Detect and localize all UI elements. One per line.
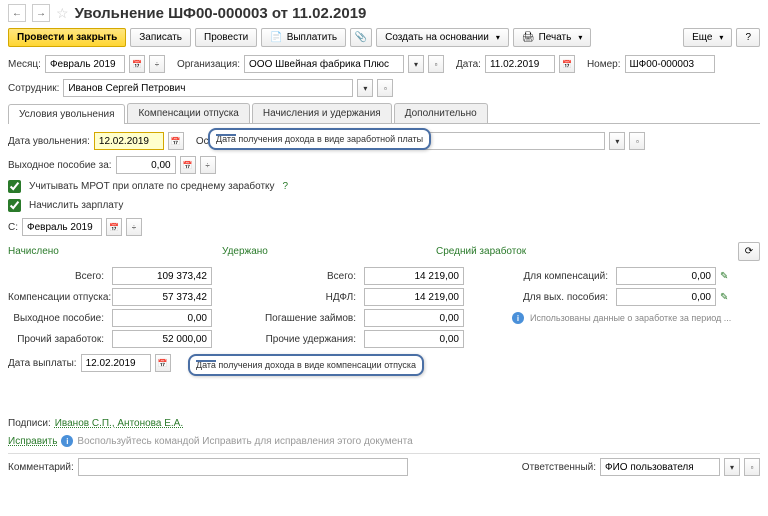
severance-input[interactable] — [116, 156, 176, 174]
resp-label: Ответственный: — [522, 462, 596, 473]
withheld-heading: Удержано — [222, 246, 432, 257]
conduct-close-button[interactable]: Провести и закрыть — [8, 28, 126, 47]
other-label: Прочий заработок: — [8, 334, 108, 345]
sev-input[interactable] — [112, 309, 212, 327]
org-input[interactable] — [244, 55, 404, 73]
sev-for-edit-icon[interactable]: ✎ — [720, 292, 750, 303]
favorite-icon[interactable]: ☆ — [56, 5, 69, 22]
severance-spin-icon[interactable]: ÷ — [200, 156, 216, 174]
signs-label: Подписи: — [8, 418, 51, 429]
other-wh-label: Прочие удержания: — [260, 334, 360, 345]
print-button[interactable]: 🖨Печать — [513, 28, 591, 47]
emp-input[interactable] — [63, 79, 353, 97]
pay-date-cal-icon[interactable]: 📅 — [155, 354, 171, 372]
help-button[interactable]: ? — [736, 28, 760, 47]
accrued-heading: Начислено — [8, 246, 218, 257]
vacation-input[interactable] — [112, 288, 212, 306]
dismiss-date-cal-icon[interactable]: 📅 — [168, 132, 184, 150]
emp-open-icon[interactable]: ▫ — [377, 79, 393, 97]
nav-fwd[interactable]: → — [32, 4, 50, 22]
basis-dropdown-icon[interactable]: ▾ — [609, 132, 625, 150]
sev-for-input[interactable] — [616, 288, 716, 306]
accrue-label: Начислить зарплату — [29, 200, 123, 211]
org-open-icon[interactable]: ▫ — [428, 55, 444, 73]
ndfl-label: НДФЛ: — [260, 292, 360, 303]
month-cal-icon[interactable]: 📅 — [129, 55, 145, 73]
window-title: Увольнение ШФ00-000003 от 11.02.2019 — [75, 5, 367, 22]
month-label: Месяц: — [8, 59, 41, 70]
nav-back[interactable]: ← — [8, 4, 26, 22]
pay-date-input[interactable] — [81, 354, 151, 372]
date-input[interactable] — [485, 55, 555, 73]
mrot-help-icon[interactable]: ? — [283, 181, 289, 192]
org-dropdown-icon[interactable]: ▾ — [408, 55, 424, 73]
org-label: Организация: — [177, 59, 240, 70]
conduct-button[interactable]: Провести — [195, 28, 257, 47]
create-based-button[interactable]: Создать на основании — [376, 28, 509, 47]
signs-link[interactable]: Иванов С.П., Антонова Е.А. — [55, 418, 183, 429]
from-cal-icon[interactable]: 📅 — [106, 218, 122, 236]
resp-input[interactable] — [600, 458, 720, 476]
from-label: С: — [8, 222, 18, 233]
total-acc-input[interactable] — [112, 267, 212, 285]
tab-vacation-comp[interactable]: Компенсации отпуска — [127, 103, 249, 123]
save-button[interactable]: Записать — [130, 28, 191, 47]
loan-label: Погашение займов: — [260, 313, 360, 324]
info-text: Использованы данные о заработке за перио… — [530, 313, 731, 323]
total-acc-label: Всего: — [8, 271, 108, 282]
vacation-label: Компенсации отпуска: — [8, 292, 108, 303]
from-spin-icon[interactable]: ÷ — [126, 218, 142, 236]
tab-additional[interactable]: Дополнительно — [394, 103, 488, 123]
severance-cal-icon[interactable]: 📅 — [180, 156, 196, 174]
avg-heading: Средний заработок — [436, 246, 526, 257]
comment-label: Комментарий: — [8, 462, 74, 473]
comp-input[interactable] — [616, 267, 716, 285]
total-wh-input[interactable] — [364, 267, 464, 285]
sev-label: Выходное пособие: — [8, 313, 108, 324]
attach-button[interactable]: 📎 — [350, 28, 372, 47]
pay-date-label: Дата выплаты: — [8, 358, 77, 369]
total-wh-label: Всего: — [260, 271, 360, 282]
refresh-button[interactable]: ⟳ — [738, 242, 760, 261]
tab-accruals[interactable]: Начисления и удержания — [252, 103, 392, 123]
date-label: Дата: — [456, 59, 481, 70]
basis-input[interactable] — [405, 132, 605, 150]
num-input[interactable] — [625, 55, 715, 73]
info-icon: i — [512, 312, 524, 324]
sev-for-label: Для вых. пособия: — [512, 292, 612, 303]
month-spin-icon[interactable]: ÷ — [149, 55, 165, 73]
basis-open-icon[interactable]: ▫ — [629, 132, 645, 150]
ndfl-input[interactable] — [364, 288, 464, 306]
dismiss-date-label: Дата увольнения: — [8, 136, 90, 147]
from-input[interactable] — [22, 218, 102, 236]
dismiss-date-input[interactable] — [94, 132, 164, 150]
callout-salary-date: Дата получения дохода в виде заработной … — [208, 128, 431, 150]
resp-dropdown-icon[interactable]: ▾ — [724, 458, 740, 476]
emp-dropdown-icon[interactable]: ▾ — [357, 79, 373, 97]
fix-link[interactable]: Исправить — [8, 436, 57, 447]
date-cal-icon[interactable]: 📅 — [559, 55, 575, 73]
fix-info-icon: i — [61, 435, 73, 447]
emp-label: Сотрудник: — [8, 83, 59, 94]
mrot-checkbox[interactable] — [8, 180, 21, 193]
loan-input[interactable] — [364, 309, 464, 327]
comp-edit-icon[interactable]: ✎ — [720, 271, 750, 282]
severance-label: Выходное пособие за: — [8, 160, 112, 171]
num-label: Номер: — [587, 59, 621, 70]
comment-input[interactable] — [78, 458, 408, 476]
pay-button[interactable]: 📄Выплатить — [261, 28, 346, 47]
fix-hint: Воспользуйтесь командой Исправить для ис… — [77, 436, 412, 447]
tab-conditions[interactable]: Условия увольнения — [8, 104, 125, 124]
other-input[interactable] — [112, 330, 212, 348]
month-input[interactable] — [45, 55, 125, 73]
other-wh-input[interactable] — [364, 330, 464, 348]
more-button[interactable]: Еще — [683, 28, 732, 47]
accrue-checkbox[interactable] — [8, 199, 21, 212]
comp-label: Для компенсаций: — [512, 271, 612, 282]
mrot-label: Учитывать МРОТ при оплате по среднему за… — [29, 181, 275, 192]
callout-comp-date: Дата получения дохода в виде компенсации… — [188, 354, 424, 376]
resp-open-icon[interactable]: ▫ — [744, 458, 760, 476]
